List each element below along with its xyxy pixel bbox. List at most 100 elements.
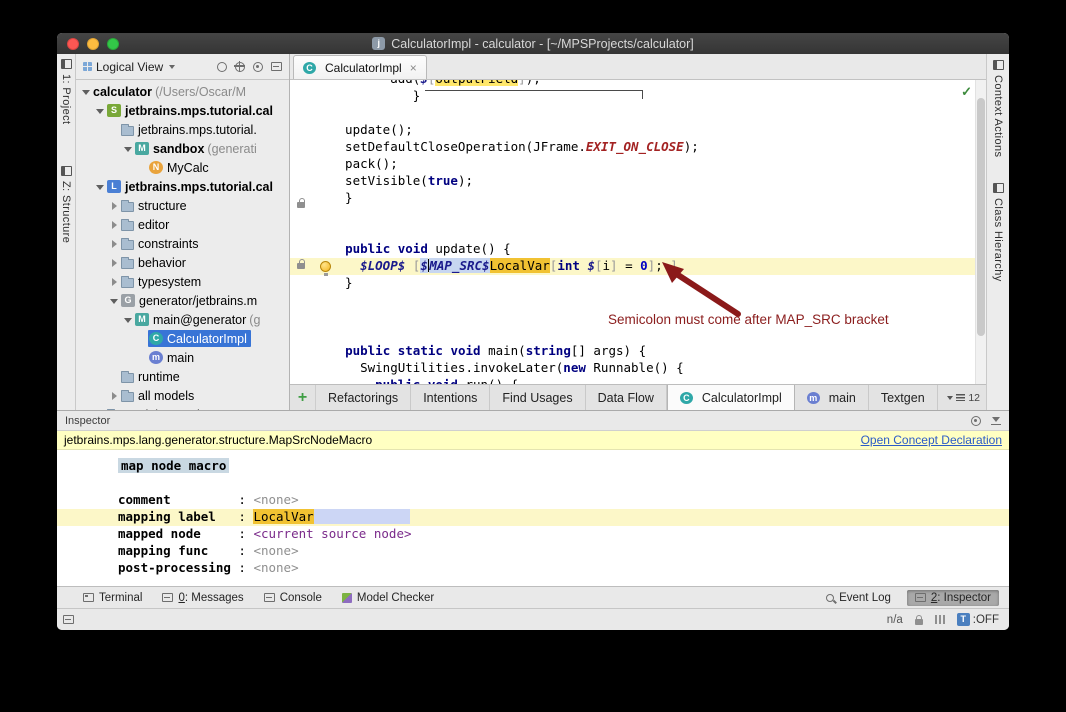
close-icon[interactable]: × <box>410 61 417 75</box>
tree-twisty-icon[interactable] <box>122 310 134 329</box>
tree-row-generator-jetbrains-m[interactable]: Ggenerator/jetbrains.m <box>76 291 289 310</box>
tree-twisty-icon[interactable] <box>122 139 134 158</box>
maximize-button[interactable] <box>107 37 119 50</box>
tree-twisty-icon[interactable] <box>108 253 120 272</box>
tree-row-jetbrains-mps-tutorial-cal[interactable]: Sjetbrains.mps.tutorial.cal <box>76 101 289 120</box>
aspect-tab-main[interactable]: m main <box>795 385 869 410</box>
collapse-all-icon[interactable] <box>271 62 282 71</box>
code-line[interactable]: update(); <box>290 122 986 139</box>
code-line[interactable]: SwingUtilities.invokeLater(new Runnable(… <box>290 360 986 377</box>
tree-twisty-icon[interactable] <box>108 386 120 405</box>
code-line[interactable] <box>290 326 986 343</box>
aspect-tab-find-usages[interactable]: Find Usages <box>490 385 586 410</box>
language-icon: L <box>107 180 121 193</box>
scroll-to-node-icon[interactable] <box>234 60 245 72</box>
tool-button-0-messages[interactable]: 0: Messages <box>162 592 244 604</box>
tree-row-calculatorimpl[interactable]: C CalculatorImpl <box>76 329 289 348</box>
tree-row-structure[interactable]: structure <box>76 196 289 215</box>
tree-row-typesystem[interactable]: typesystem <box>76 272 289 291</box>
tree-row-main[interactable]: m main <box>76 348 289 367</box>
tree-twisty-icon[interactable] <box>94 177 106 196</box>
inspector-row[interactable]: map node macro <box>57 458 1009 475</box>
aspect-tab-textgen[interactable]: Textgen <box>869 385 938 410</box>
title-bar[interactable]: j CalculatorImpl - calculator - [~/MPSPr… <box>57 33 1009 54</box>
tool-tab-project[interactable]: 1: Project <box>60 59 72 124</box>
aspect-tab-calculatorimpl[interactable]: C CalculatorImpl <box>666 385 795 410</box>
caret-position[interactable]: n/a <box>887 614 903 626</box>
inspector-row-mapping-func[interactable]: mapping func : <none> <box>57 543 1009 560</box>
gear-icon[interactable] <box>253 61 263 72</box>
sync-icon[interactable] <box>217 61 227 72</box>
inspector-body[interactable]: map node macro comment : <none> mapping l… <box>57 450 1009 586</box>
gear-icon[interactable] <box>971 415 981 426</box>
close-button[interactable] <box>67 37 79 50</box>
tree-row-all-models[interactable]: all models <box>76 386 289 405</box>
code-line[interactable]: setDefaultCloseOperation(JFrame.EXIT_ON_… <box>290 139 986 156</box>
tree-row-mycalc[interactable]: N MyCalc <box>76 158 289 177</box>
tool-button-event-log[interactable]: Event Log <box>826 592 891 604</box>
code-line[interactable]: public void update() { <box>290 241 986 258</box>
code-line[interactable] <box>290 224 986 241</box>
tree-twisty-icon[interactable] <box>108 215 120 234</box>
tree-row-behavior[interactable]: behavior <box>76 253 289 272</box>
tree-twisty-icon[interactable] <box>108 272 120 291</box>
tree-row-calculator[interactable]: calculator (/Users/Oscar/M <box>76 82 289 101</box>
code-line[interactable]: setVisible(true); <box>290 173 986 190</box>
concept-header-cell[interactable]: map node macro <box>118 458 230 473</box>
tree-row-jetbrains-mps-tutorial-cal[interactable]: Ljetbrains.mps.tutorial.cal <box>76 177 289 196</box>
aspect-tab-intentions[interactable]: Intentions <box>411 385 491 410</box>
intention-bulb-icon[interactable] <box>320 261 331 276</box>
tool-button-model-checker[interactable]: Model Checker <box>341 592 434 604</box>
memory-indicator-icon[interactable] <box>934 615 945 624</box>
tool-tab-structure[interactable]: Z: Structure <box>60 166 72 244</box>
code-line[interactable]: $LOOP$ [$ MAP_SRC$LocalVar[int $[i] = 0];… <box>290 258 986 275</box>
tool-tab-class-hierarchy[interactable]: Class Hierarchy <box>992 183 1004 282</box>
tree-row-runtime[interactable]: runtime <box>76 367 289 386</box>
add-button[interactable]: + <box>290 385 316 410</box>
tree-row-editor[interactable]: editor <box>76 215 289 234</box>
hide-tool-windows-icon[interactable] <box>63 615 74 624</box>
inspection-status-icon[interactable]: ✓ <box>961 84 972 100</box>
tree-twisty-icon[interactable] <box>94 101 106 120</box>
code-line[interactable] <box>290 207 986 224</box>
lock-icon[interactable] <box>914 614 923 625</box>
inspector-row-post-processing[interactable]: post-processing : <none> <box>57 560 1009 577</box>
aspect-tab-refactorings[interactable]: Refactorings <box>316 385 412 410</box>
inspector-row-mapping-label[interactable]: mapping label : LocalVar <box>57 509 1009 526</box>
editor-tab-calculatorimpl[interactable]: C CalculatorImpl × <box>293 55 427 79</box>
tab-overflow-widget[interactable]: 12 <box>941 385 986 410</box>
inspector-row-mapped-node[interactable]: mapped node : <current source node> <box>57 526 1009 543</box>
tree-twisty-icon[interactable] <box>108 291 120 310</box>
inspector-row-comment[interactable]: comment : <none> <box>57 492 1009 509</box>
tree-row-sandbox[interactable]: Msandbox (generati <box>76 139 289 158</box>
code-line[interactable]: } <box>290 190 986 207</box>
open-concept-declaration-link[interactable]: Open Concept Declaration <box>861 433 1002 447</box>
tool-button-2-inspector[interactable]: 2: Inspector <box>906 589 999 606</box>
hide-panel-icon[interactable] <box>991 416 1001 426</box>
tree-twisty-icon[interactable] <box>80 82 92 101</box>
tree-twisty-icon[interactable] <box>108 196 120 215</box>
tool-tab-context-actions[interactable]: Context Actions <box>992 60 1004 157</box>
tool-button-console[interactable]: Console <box>263 592 322 604</box>
typing-toggle[interactable]: T :OFF <box>956 613 999 626</box>
code-editor[interactable]: add($[outputField]); } update(); setDefa… <box>290 80 986 384</box>
minimize-button[interactable] <box>87 37 99 50</box>
code-line[interactable] <box>290 292 986 309</box>
code-line[interactable]: } <box>290 275 986 292</box>
aspect-tab-data-flow[interactable]: Data Flow <box>586 385 667 410</box>
tool-button-terminal[interactable]: Terminal <box>83 592 142 604</box>
chevron-down-icon[interactable] <box>169 64 176 69</box>
view-selector[interactable]: Logical View <box>96 60 163 74</box>
code-line[interactable] <box>290 105 986 122</box>
scrollbar-thumb[interactable] <box>977 98 985 336</box>
code-line[interactable]: pack(); <box>290 156 986 173</box>
vertical-scrollbar[interactable] <box>975 80 986 384</box>
code-line[interactable]: } <box>290 88 986 105</box>
tree-row-constraints[interactable]: constraints <box>76 234 289 253</box>
code-line[interactable]: add($[outputField]); <box>290 80 986 88</box>
code-line[interactable]: public void run() { <box>290 377 986 384</box>
tree-row-main-generator[interactable]: Mmain@generator (g <box>76 310 289 329</box>
tree-twisty-icon[interactable] <box>108 234 120 253</box>
tree-row-jetbrains-mps-tutorial[interactable]: jetbrains.mps.tutorial. <box>76 120 289 139</box>
code-line[interactable]: public static void main(string[] args) { <box>290 343 986 360</box>
